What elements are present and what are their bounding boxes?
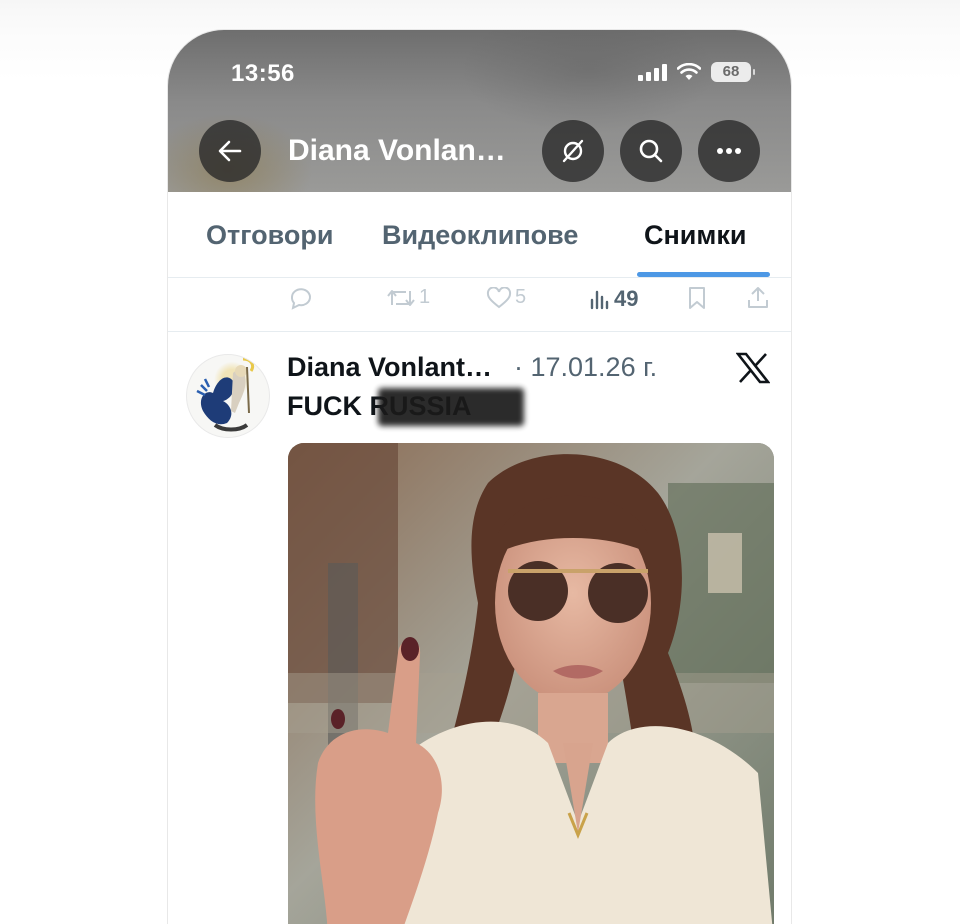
grok-icon xyxy=(562,139,584,163)
active-tab-indicator xyxy=(637,272,770,277)
page-title: Diana Vonlan… xyxy=(288,134,506,167)
view-count: 49 xyxy=(614,286,639,311)
like-count: 5 xyxy=(515,286,527,308)
status-icons: 68 xyxy=(638,62,755,82)
bookmark-button[interactable] xyxy=(687,286,707,310)
tab-photos[interactable]: Снимки xyxy=(644,220,747,251)
profile-header: 13:56 68 Diana Vonlan… xyxy=(168,30,791,192)
tab-videos[interactable]: Видеоклипове xyxy=(382,220,578,251)
wifi-icon xyxy=(677,63,701,80)
header-nav: Diana Vonlan… xyxy=(168,120,791,182)
arrow-left-icon xyxy=(218,140,242,162)
retweet-count: 1 xyxy=(419,286,431,308)
dragon-avatar-image xyxy=(196,357,255,432)
profile-tabs: Отговори Видеоклипове Снимки xyxy=(168,192,791,278)
share-icon xyxy=(748,287,768,308)
heart-icon xyxy=(486,286,512,308)
reply-button[interactable] xyxy=(288,286,314,310)
signal-icon xyxy=(638,63,667,81)
more-icon xyxy=(717,148,741,154)
status-time: 13:56 xyxy=(231,60,295,87)
bookmark-icon xyxy=(689,287,705,309)
search-icon xyxy=(639,139,663,163)
tab-replies[interactable]: Отговори xyxy=(206,220,333,251)
retweet-icon xyxy=(387,289,415,306)
back-button[interactable] xyxy=(199,120,261,182)
tweet-photo[interactable] xyxy=(288,443,774,924)
redaction-scribble xyxy=(378,388,524,426)
battery-indicator: 68 xyxy=(711,62,755,82)
views-icon xyxy=(590,290,609,310)
share-button[interactable] xyxy=(746,286,770,310)
reply-icon xyxy=(290,288,311,310)
retweet-button[interactable]: 1 xyxy=(386,286,430,309)
tweet-author-name[interactable]: Diana Vonlant… xyxy=(287,352,492,383)
more-button[interactable] xyxy=(698,120,760,182)
avatar[interactable] xyxy=(186,354,270,438)
x-logo-icon[interactable] xyxy=(735,352,771,389)
grok-button[interactable] xyxy=(542,120,604,182)
phone-frame: 13:56 68 Diana Vonlan… Отговори Видеокли… xyxy=(168,30,791,924)
search-button[interactable] xyxy=(620,120,682,182)
views-button[interactable]: 49 xyxy=(589,286,638,312)
photo-woman-image xyxy=(288,443,774,924)
like-button[interactable]: 5 xyxy=(486,286,526,309)
previous-tweet-actions: 1 5 49 xyxy=(168,278,791,332)
tweet-date[interactable]: · 17.01.26 г. xyxy=(514,352,657,383)
